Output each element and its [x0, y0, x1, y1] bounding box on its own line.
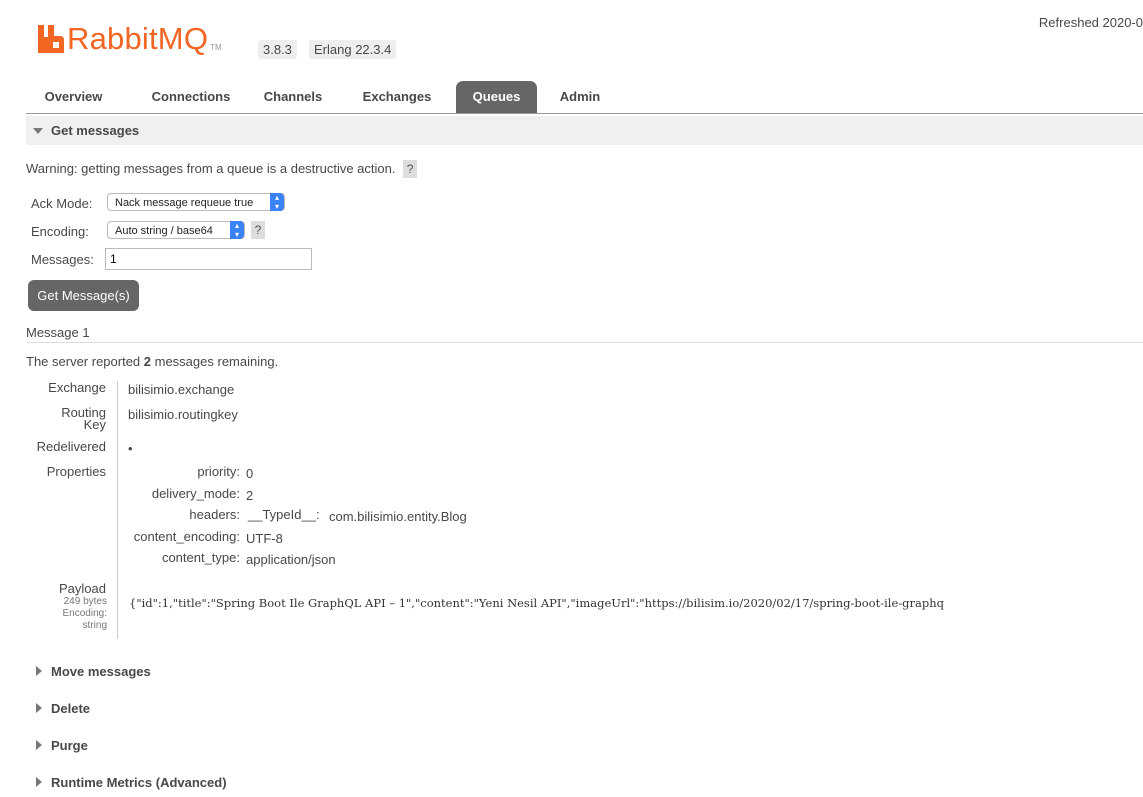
warning-text: Warning: getting messages from a queue i…	[26, 161, 396, 176]
encoding-label: Encoding:	[31, 224, 89, 239]
payload-size: 249 bytes	[63, 596, 107, 607]
priority-label: priority:	[197, 464, 240, 479]
main-nav-tabs: Overview Connections Channels Exchanges …	[26, 81, 1143, 114]
priority-value: 0	[246, 466, 254, 481]
help-icon[interactable]: ?	[403, 160, 418, 178]
messages-count-input[interactable]: 1	[105, 248, 312, 270]
tab-queues[interactable]: Queues	[456, 81, 537, 113]
version-badge: 3.8.3	[258, 40, 297, 59]
redelivered-label: Redelivered	[36, 439, 106, 454]
brand-name: RabbitMQ	[67, 21, 209, 56]
select-arrows-icon: ▴ ▾	[270, 193, 284, 211]
rabbitmq-logo[interactable]: RabbitMQ TM	[38, 22, 222, 56]
exchange-label: Exchange	[48, 380, 106, 395]
section-title: Move messages	[51, 664, 151, 679]
server-report-text: messages remaining.	[151, 354, 279, 369]
rabbit-logo-icon	[38, 25, 64, 53]
move-messages-section-header[interactable]: Move messages	[26, 657, 1143, 686]
redelivered-value: •	[128, 441, 133, 456]
encoding-help-icon[interactable]: ?	[251, 221, 265, 239]
headers-value: com.bilisimio.entity.Blog	[329, 509, 467, 524]
collapse-triangle-icon	[33, 128, 43, 134]
get-messages-section-header[interactable]: Get messages	[26, 116, 1143, 145]
expand-triangle-icon	[36, 777, 42, 787]
headers-label: headers:	[189, 507, 240, 522]
purge-section-header[interactable]: Purge	[26, 731, 1143, 760]
payload-encoding-value: string	[82, 620, 107, 631]
destructive-warning: Warning: getting messages from a queue i…	[26, 159, 418, 179]
content-type-label: content_type:	[161, 550, 240, 565]
server-report: The server reported 2 messages remaining…	[26, 354, 278, 369]
routing-key-label-2: Key	[83, 417, 106, 432]
tab-admin[interactable]: Admin	[548, 81, 612, 113]
ack-mode-label: Ack Mode:	[31, 196, 93, 211]
expand-triangle-icon	[36, 703, 42, 713]
messages-label: Messages:	[31, 252, 94, 267]
delete-section-header[interactable]: Delete	[26, 694, 1143, 723]
encoding-select[interactable]: Auto string / base64 ▴ ▾	[107, 221, 245, 239]
headers-key: __TypeId__:	[248, 507, 320, 522]
content-type-value: application/json	[246, 552, 336, 567]
select-arrows-icon: ▴ ▾	[230, 221, 244, 239]
payload-content: {"id":1,"title":"Spring Boot Ile GraphQL…	[129, 596, 945, 610]
tab-overview[interactable]: Overview	[26, 81, 121, 113]
get-messages-button[interactable]: Get Message(s)	[28, 280, 139, 311]
server-report-text: The server reported	[26, 354, 144, 369]
content-encoding-value: UTF-8	[246, 531, 283, 546]
expand-triangle-icon	[36, 740, 42, 750]
trademark: TM	[210, 43, 222, 52]
encoding-value: Auto string / base64	[115, 225, 213, 237]
section-title: Get messages	[51, 123, 140, 138]
properties-label: Properties	[46, 464, 106, 479]
runtime-metrics-section-header[interactable]: Runtime Metrics (Advanced)	[26, 768, 1143, 797]
delivery-mode-label: delivery_mode:	[151, 486, 240, 501]
delivery-mode-value: 2	[246, 488, 254, 503]
tab-exchanges[interactable]: Exchanges	[349, 81, 445, 113]
erlang-version-badge: Erlang 22.3.4	[309, 40, 397, 59]
tab-channels[interactable]: Channels	[252, 81, 334, 113]
remaining-count: 2	[143, 354, 152, 369]
message-title: Message 1	[26, 325, 90, 340]
content-encoding-label: content_encoding:	[133, 529, 240, 544]
ack-mode-value: Nack message requeue true	[115, 197, 254, 209]
section-title: Purge	[51, 738, 88, 753]
routing-key-value: bilisimio.routingkey	[128, 407, 238, 422]
section-title: Runtime Metrics (Advanced)	[51, 775, 227, 790]
divider	[26, 342, 1143, 343]
tab-connections[interactable]: Connections	[136, 81, 246, 113]
section-title: Delete	[51, 701, 91, 716]
kv-divider	[117, 381, 118, 639]
payload-label: Payload	[59, 581, 106, 596]
ack-mode-select[interactable]: Nack message requeue true ▴ ▾	[107, 193, 285, 211]
exchange-value: bilisimio.exchange	[128, 382, 235, 397]
refreshed-timestamp: Refreshed 2020-0	[1038, 15, 1143, 30]
expand-triangle-icon	[36, 666, 42, 676]
payload-encoding-label: Encoding:	[62, 608, 107, 619]
